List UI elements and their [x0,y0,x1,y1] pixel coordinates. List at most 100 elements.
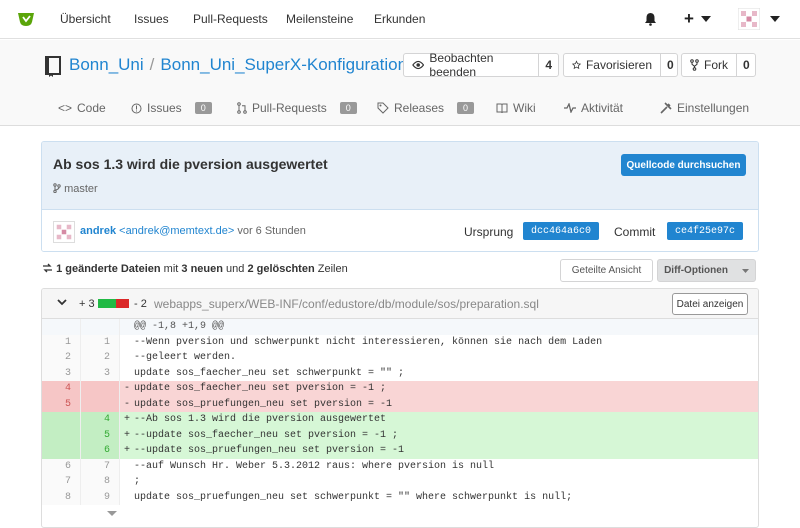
releases-count-badge: 0 [457,102,475,114]
repo-book-icon [45,56,61,77]
parent-label: Ursprung [464,225,514,239]
author-email-link[interactable]: <andrek@memtext.de> [119,225,234,237]
collapse-chevron-icon[interactable] [57,298,67,306]
pulse-icon [564,103,576,113]
browse-source-button[interactable]: Quellcode durchsuchen [621,154,746,176]
star-button[interactable]: Favorisieren [564,54,660,76]
old-line-number[interactable]: 6 [42,458,81,474]
gitea-logo-icon[interactable] [16,10,36,28]
branch-name[interactable]: master [64,183,98,195]
new-line-number[interactable] [81,381,120,397]
code-text: ; [134,476,141,488]
nav-pull-requests[interactable]: Pull-Requests [193,12,268,26]
removed-lines-count: 2 gelöschten [247,263,315,275]
code-text: --update sos_faecher_neu set pversion = … [134,429,399,441]
nav-explore[interactable]: Erkunden [374,12,425,26]
fork-button-group: Fork 0 [681,53,756,77]
tab-activity[interactable]: Aktivität [564,101,623,115]
diff-ratio-added [98,299,116,308]
new-line-number[interactable]: 4 [81,412,120,428]
code-text: @@ -1,8 +1,9 @@ [134,321,225,333]
star-count[interactable]: 0 [660,54,680,76]
code-text: update sos_faecher_neu set schwerpunkt =… [134,367,405,379]
file-path: webapps_superx/WEB-INF/conf/edustore/db/… [154,297,539,311]
file-diff-box: + 3 - 2 webapps_superx/WEB-INF/conf/edus… [41,288,759,528]
diff-ratio-removed [116,299,129,308]
tab-pull-requests[interactable]: Pull-Requests 0 [237,101,357,115]
code-text: --Wenn pversion und schwerpunkt nicht in… [134,336,603,348]
tab-code[interactable]: <> Code [58,101,106,115]
new-line-number[interactable]: 2 [81,350,120,366]
new-line-number[interactable]: 1 [81,334,120,350]
repo-title-separator: / [149,55,155,74]
fork-button[interactable]: Fork [682,54,736,76]
new-line-number[interactable]: 7 [81,458,120,474]
repo-name-link[interactable]: Bonn_Uni_SuperX-Konfiguration [160,55,407,74]
diff-sign: + [123,414,130,426]
new-line-number[interactable]: 6 [81,443,120,459]
chevron-down-icon[interactable] [701,16,711,22]
expand-down-icon[interactable] [107,511,117,516]
new-line-number[interactable]: 3 [81,365,120,381]
repo-owner-link[interactable]: Bonn_Uni [69,55,144,74]
old-line-number[interactable]: 7 [42,474,81,490]
new-line-number[interactable] [81,319,120,335]
nav-issues[interactable]: Issues [134,12,169,26]
diff-sign: - [123,383,130,395]
watch-button[interactable]: Beobachten beenden [404,51,538,79]
tab-releases-label: Releases [394,101,445,115]
stats-text-1: mit [160,263,182,275]
nav-milestones[interactable]: Meilensteine [286,12,353,26]
diff-stats: 1 geänderte Dateien mit 3 neuen und 2 ge… [42,263,348,275]
fork-count[interactable]: 0 [736,54,756,76]
new-line-number[interactable]: 8 [81,474,120,490]
new-line-number[interactable]: 5 [81,427,120,443]
author-name-link[interactable]: andrek [80,225,116,237]
new-line-number[interactable]: 9 [81,489,120,505]
old-line-number[interactable]: 2 [42,350,81,366]
tab-issues[interactable]: Issues 0 [131,101,212,115]
code-icon: <> [58,101,73,115]
diff-line-added: 5 + --update sos_faecher_neu set pversion … [42,427,758,443]
tab-releases[interactable]: Releases 0 [377,101,475,115]
diff-sign: + [123,445,130,457]
file-diff-header: + 3 - 2 webapps_superx/WEB-INF/conf/edus… [42,289,758,319]
star-icon [572,60,581,70]
split-view-button[interactable]: Geteilte Ansicht [560,259,653,282]
pull-requests-count-badge: 0 [339,102,357,114]
diff-options-chevron-icon [741,268,749,273]
code-text: update sos_pruefungen_neu set pversion =… [134,398,393,410]
old-line-number[interactable] [42,412,81,428]
nav-uebersicht[interactable]: Übersicht [60,12,111,26]
tab-settings[interactable]: Einstellungen [660,101,749,115]
parent-sha-label[interactable]: dcc464a6c0 [523,222,599,240]
user-avatar[interactable] [738,8,760,30]
old-line-number[interactable]: 5 [42,396,81,412]
commit-branch: master [53,183,98,195]
old-line-number[interactable]: 3 [42,365,81,381]
new-line-number[interactable] [81,396,120,412]
watch-count[interactable]: 4 [538,54,558,76]
diff-line-added: 4 + --Ab sos 1.3 wird die pversion ausgewe… [42,412,758,428]
diff-options-button[interactable]: Diff-Optionen [657,259,756,282]
old-line-number[interactable]: 4 [42,381,81,397]
bell-icon[interactable] [644,12,657,26]
old-line-number[interactable] [42,427,81,443]
diff-line-context: 7 8; [42,474,758,490]
commit-sha-label[interactable]: ce4f25e97c [667,222,743,240]
commit-time: vor 6 Stunden [237,225,306,237]
author-avatar[interactable] [53,221,75,243]
old-line-number[interactable] [42,319,81,335]
create-plus-icon[interactable]: + [684,9,694,29]
tab-pull-requests-label: Pull-Requests [252,101,327,115]
tab-wiki[interactable]: Wiki [496,101,536,115]
view-file-button[interactable]: Datei anzeigen [672,293,748,315]
diff-ratio-bar [98,299,129,308]
diff-line-added: 6 + --update sos_pruefungen_neu set pversi… [42,443,758,459]
old-line-number[interactable]: 1 [42,334,81,350]
user-menu-chevron-icon[interactable] [770,16,780,22]
old-line-number[interactable]: 8 [42,489,81,505]
star-label: Favorisieren [585,58,652,72]
diff-line-removed: 5 - update sos_pruefungen_neu set pversion… [42,396,758,412]
old-line-number[interactable] [42,443,81,459]
